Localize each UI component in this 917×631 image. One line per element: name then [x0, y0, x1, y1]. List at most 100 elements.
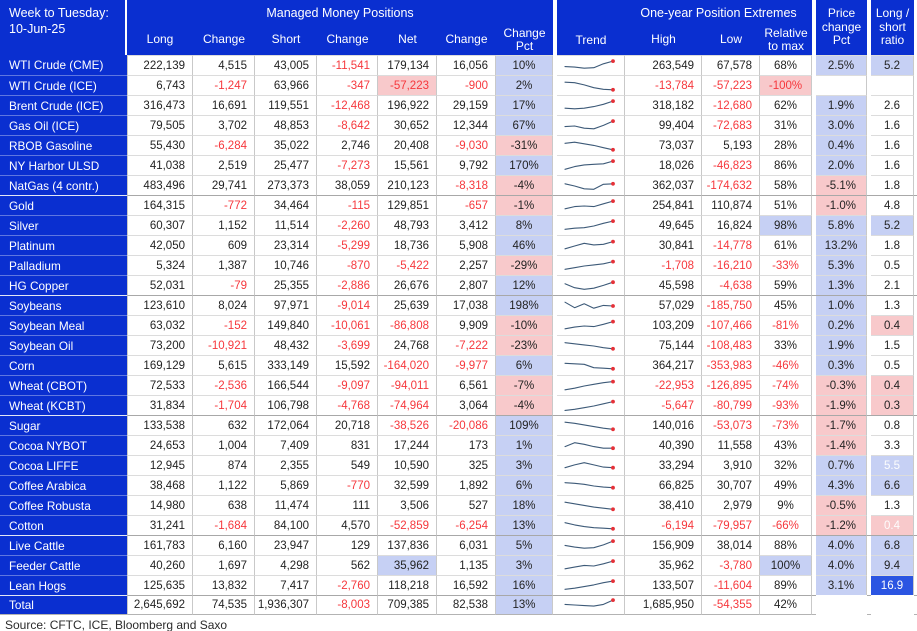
cell-net: 210,123 — [378, 175, 437, 195]
cell-chg_pct: -4% — [496, 395, 553, 415]
cell-rel: 9% — [760, 495, 812, 515]
cell-chg_pct: 3% — [496, 555, 553, 575]
cell-chg_pct: 67% — [496, 115, 553, 135]
cell-rel: -81% — [760, 315, 812, 335]
table-row: Wheat (KCBT)31,834-1,704106,798-4,768-74… — [0, 395, 917, 415]
cell-short: 23,947 — [255, 535, 317, 555]
cell-chg_pct: 16% — [496, 575, 553, 595]
cell-high: 35,962 — [625, 555, 702, 575]
cell-short: 7,417 — [255, 575, 317, 595]
table-row: Silver60,3071,15211,514-2,26048,7933,412… — [0, 215, 917, 235]
cell-ratio: 0.4 — [871, 515, 914, 535]
cell-long: 125,635 — [127, 575, 193, 595]
cell-rel: -73% — [760, 415, 812, 435]
row-label: HG Copper — [0, 275, 127, 295]
col-header-long: Long — [127, 25, 193, 55]
table-row: Platinum42,05060923,314-5,29918,7365,908… — [0, 235, 917, 255]
table-row: NY Harbor ULSD41,0382,51925,477-7,27315,… — [0, 155, 917, 175]
cell-rel: 61% — [760, 235, 812, 255]
cell-short_chg: -4,768 — [317, 395, 378, 415]
cell-rel: 43% — [760, 435, 812, 455]
cell-spark — [557, 295, 625, 315]
cell-ratio: 0.5 — [871, 355, 914, 375]
cell-long: 483,496 — [127, 175, 193, 195]
cell-spark — [557, 475, 625, 495]
cell-price: 4.3% — [816, 475, 867, 495]
table-row: HG Copper52,031-7925,355-2,88626,6762,80… — [0, 275, 917, 295]
cell-net: 32,599 — [378, 475, 437, 495]
cell-ratio: 4.8 — [871, 195, 914, 215]
cell-short_chg: -2,886 — [317, 275, 378, 295]
cell-spark — [557, 115, 625, 135]
trend-sparkline — [561, 518, 621, 534]
cell-short: 97,971 — [255, 295, 317, 315]
cell-long_chg: 1,152 — [193, 215, 255, 235]
group-header-extremes: One-year Position Extremes — [625, 0, 812, 25]
cell-net_chg: 1,892 — [437, 475, 496, 495]
cell-high: 263,549 — [625, 55, 702, 75]
cell-long_chg: -2,536 — [193, 375, 255, 395]
cell-rel: -46% — [760, 355, 812, 375]
cell-net: 26,676 — [378, 275, 437, 295]
cell-short: 333,149 — [255, 355, 317, 375]
cell-net_chg: 9,792 — [437, 155, 496, 175]
cell-high: 18,026 — [625, 155, 702, 175]
trend-sparkline — [561, 398, 621, 414]
cell-short: 10,746 — [255, 255, 317, 275]
cell-ratio: 5.2 — [871, 215, 914, 235]
cell-chg_pct: -29% — [496, 255, 553, 275]
row-label: Wheat (KCBT) — [0, 395, 127, 415]
cell-net: -164,020 — [378, 355, 437, 375]
cell-low: 5,193 — [702, 135, 760, 155]
table-row: RBOB Gasoline55,430-6,28435,0222,74620,4… — [0, 135, 917, 155]
cell-low: 67,578 — [702, 55, 760, 75]
table-row: Cocoa NYBOT24,6531,0047,40983117,2441731… — [0, 435, 917, 455]
cell-chg_pct: 198% — [496, 295, 553, 315]
cell-net: 15,561 — [378, 155, 437, 175]
row-label: Soybean Meal — [0, 315, 127, 335]
row-label: Live Cattle — [0, 535, 127, 555]
cell-long: 55,430 — [127, 135, 193, 155]
row-label: Palladium — [0, 255, 127, 275]
cell-low: -174,632 — [702, 175, 760, 195]
cell-spark — [557, 555, 625, 575]
cell-rel: 100% — [760, 555, 812, 575]
cell-rel: -66% — [760, 515, 812, 535]
cell-net_chg: 9,909 — [437, 315, 496, 335]
cell-rel: -33% — [760, 255, 812, 275]
cell-ratio: 3.3 — [871, 435, 914, 455]
table-row: WTI Crude (ICE)6,743-1,24763,966-347-57,… — [0, 75, 917, 95]
cell-spark — [557, 95, 625, 115]
cell-net_chg: 16,056 — [437, 55, 496, 75]
cell-long: 31,241 — [127, 515, 193, 535]
cell-rel: 89% — [760, 575, 812, 595]
cell-low: -107,466 — [702, 315, 760, 335]
cell-rel: 62% — [760, 95, 812, 115]
cell-high: 45,598 — [625, 275, 702, 295]
cell-spark — [557, 235, 625, 255]
trend-sparkline — [561, 318, 621, 334]
cell-price: -0.3% — [816, 375, 867, 395]
row-label: Lean Hogs — [0, 575, 127, 595]
cell-ratio: 0.8 — [871, 415, 914, 435]
cell-net: 20,408 — [378, 135, 437, 155]
table-row: Lean Hogs125,63513,8327,417-2,760118,218… — [0, 575, 917, 595]
table-row: Live Cattle161,7836,16023,947129137,8366… — [0, 535, 917, 555]
group-header-managed-money: Managed Money Positions — [127, 0, 553, 25]
table-row: Total2,645,69274,5351,936,307-8,003709,3… — [0, 595, 917, 615]
cell-net_chg: 1,135 — [437, 555, 496, 575]
cell-short_chg: -12,468 — [317, 95, 378, 115]
cell-long_chg: 1,122 — [193, 475, 255, 495]
cell-long: 38,468 — [127, 475, 193, 495]
cell-short: 84,100 — [255, 515, 317, 535]
cell-low: 2,979 — [702, 495, 760, 515]
cell-low: -46,823 — [702, 155, 760, 175]
cell-ratio: 1.6 — [871, 115, 914, 135]
row-label: Silver — [0, 215, 127, 235]
cell-chg_pct: 13% — [496, 595, 553, 615]
cell-net_chg: -8,318 — [437, 175, 496, 195]
trend-sparkline — [561, 118, 621, 134]
cell-ratio — [871, 75, 914, 95]
table-row: Gas Oil (ICE)79,5053,70248,853-8,64230,6… — [0, 115, 917, 135]
table-row: Cocoa LIFFE12,9458742,35554910,5903253%3… — [0, 455, 917, 475]
